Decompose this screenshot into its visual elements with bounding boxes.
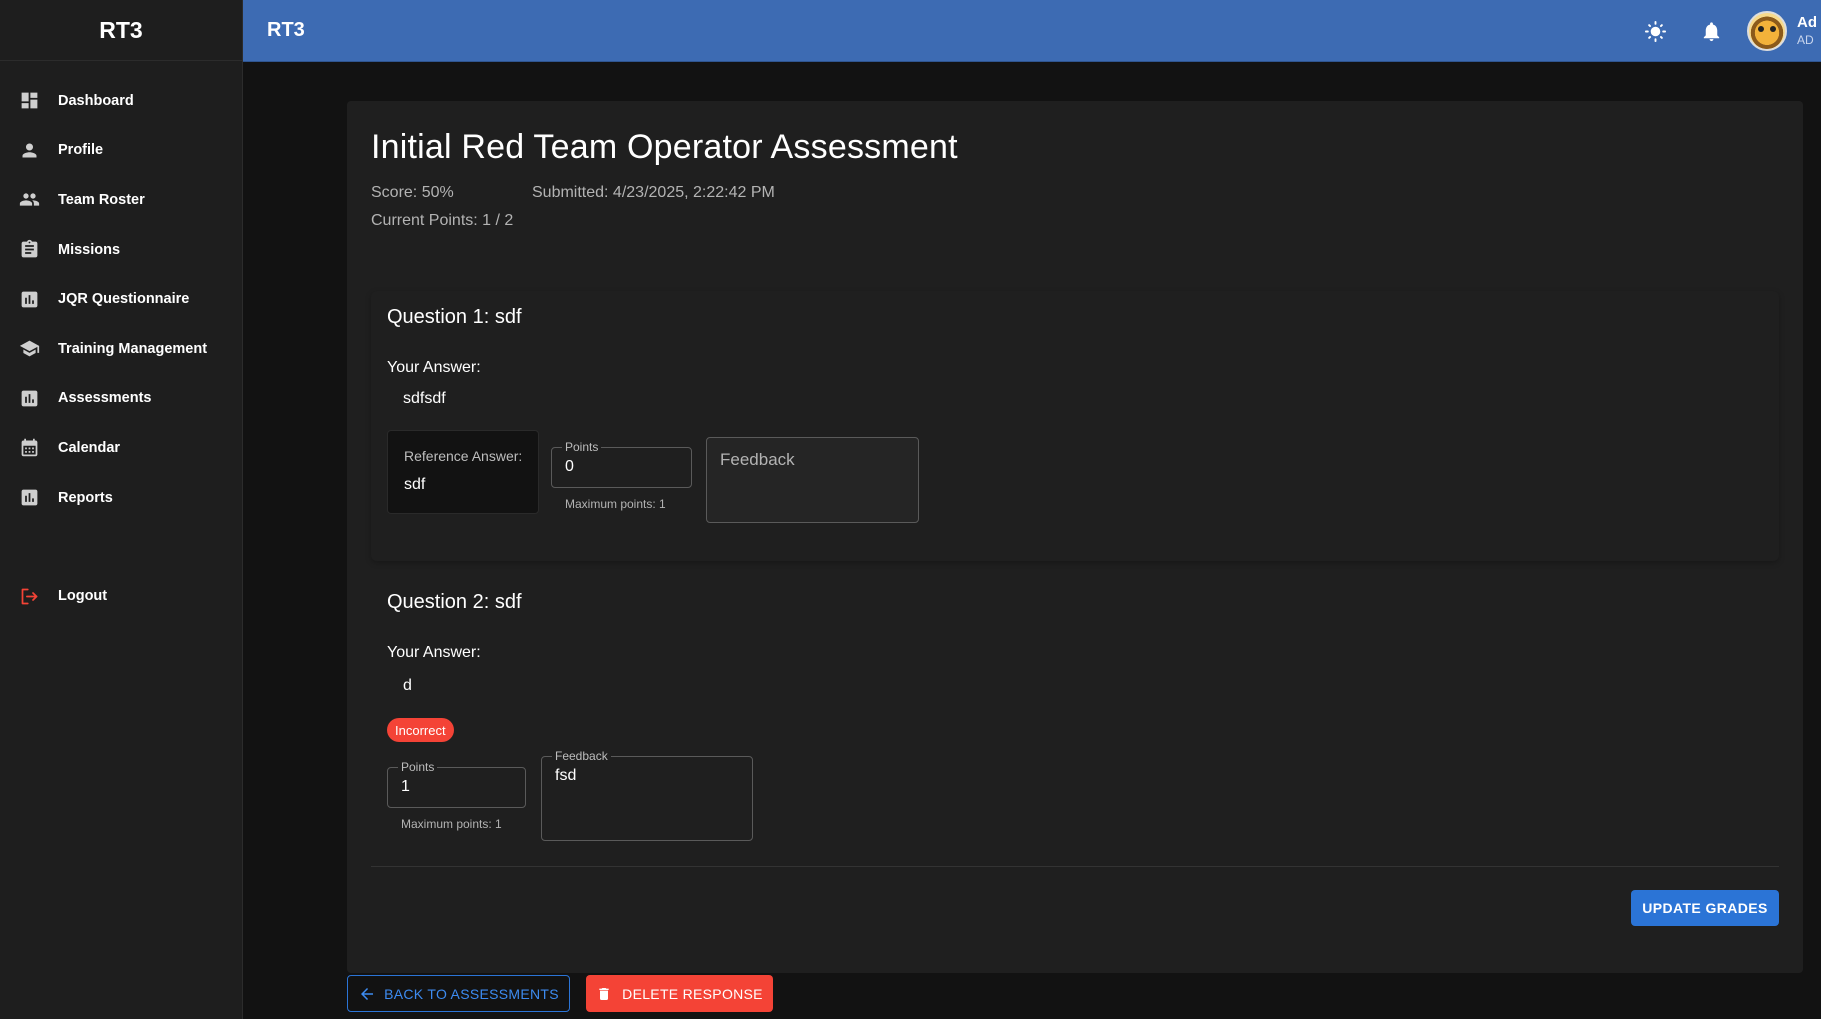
sidebar-nav: Dashboard Profile Team Roster Missions J…: [0, 61, 242, 621]
feedback-input[interactable]: Feedback fsd: [541, 749, 753, 841]
back-to-assessments-button[interactable]: BACK TO ASSESSMENTS: [347, 975, 570, 1012]
sidebar-item-reports[interactable]: Reports: [0, 473, 242, 523]
dashboard-icon: [19, 90, 40, 111]
sidebar-item-label: Assessments: [58, 390, 152, 407]
delete-button-label: DELETE RESPONSE: [622, 985, 763, 1002]
your-answer-label: Your Answer:: [387, 359, 481, 376]
submitted-text: Submitted: 4/23/2025, 2:22:42 PM: [532, 184, 775, 201]
points-value: 0: [565, 458, 574, 475]
bar-chart-icon: [19, 487, 40, 508]
your-answer-value: d: [403, 677, 412, 694]
sidebar-item-dashboard[interactable]: Dashboard: [0, 76, 242, 126]
max-points-helper: Maximum points: 1: [565, 497, 666, 511]
max-points-helper: Maximum points: 1: [401, 817, 502, 831]
top-app-bar: RT3 Ad AD: [243, 0, 1821, 62]
sidebar-item-label: Team Roster: [58, 191, 145, 208]
logout-icon: [19, 586, 40, 607]
header-actions: Ad AD: [1627, 0, 1821, 62]
points-input[interactable]: Points 0: [551, 440, 692, 488]
reference-answer-box: Reference Answer: sdf: [387, 430, 539, 514]
theme-toggle-button[interactable]: [1627, 3, 1683, 59]
points-label: Points: [562, 440, 602, 454]
sidebar-item-training-management[interactable]: Training Management: [0, 324, 242, 374]
feedback-label: Feedback: [552, 749, 611, 763]
question-title: Question 1: sdf: [387, 306, 522, 328]
clipboard-icon: [19, 239, 40, 260]
sidebar-item-assessments[interactable]: Assessments: [0, 374, 242, 424]
page-title: Initial Red Team Operator Assessment: [371, 128, 958, 166]
people-icon: [19, 189, 40, 210]
sidebar-item-team-roster[interactable]: Team Roster: [0, 175, 242, 225]
sidebar-item-profile[interactable]: Profile: [0, 126, 242, 176]
notification-bell-icon: [1703, 21, 1719, 41]
sidebar-item-label: Logout: [58, 588, 108, 605]
sidebar-item-logout[interactable]: Logout: [0, 571, 242, 621]
user-role: AD: [1797, 33, 1814, 47]
delete-response-button[interactable]: DELETE RESPONSE: [586, 975, 773, 1012]
bar-chart-icon: [19, 388, 40, 409]
sidebar-item-calendar[interactable]: Calendar: [0, 423, 242, 473]
calendar-icon: [19, 437, 40, 458]
sidebar-item-label: Missions: [58, 241, 121, 258]
back-button-label: BACK TO ASSESSMENTS: [384, 985, 559, 1002]
score-text: Score: 50%: [371, 184, 454, 201]
your-answer-label: Your Answer:: [387, 644, 481, 661]
question-card-2: Question 2: sdf Your Answer: d Incorrect…: [371, 576, 1779, 861]
reference-answer-value: sdf: [404, 476, 426, 493]
question-card-1: Question 1: sdf Your Answer: sdfsdf Refe…: [371, 291, 1779, 561]
sidebar-item-missions[interactable]: Missions: [0, 225, 242, 275]
divider: [371, 866, 1779, 867]
bar-chart-icon: [19, 289, 40, 310]
sidebar-item-label: JQR Questionnaire: [58, 291, 190, 308]
sidebar-brand: RT3: [0, 0, 242, 61]
arrow-back-icon: [361, 987, 374, 1000]
feedback-value: fsd: [555, 767, 577, 784]
sidebar-item-label: Reports: [58, 489, 113, 506]
points-label: Points: [398, 760, 438, 774]
school-icon: [19, 338, 40, 359]
sidebar-item-label: Dashboard: [58, 92, 134, 109]
your-answer-value: sdfsdf: [403, 390, 446, 407]
user-info[interactable]: Ad AD: [1797, 14, 1821, 48]
sidebar-item-jqr-questionnaire[interactable]: JQR Questionnaire: [0, 274, 242, 324]
feedback-input[interactable]: Feedback: [706, 437, 919, 523]
avatar[interactable]: [1747, 11, 1787, 51]
sidebar-item-label: Training Management: [58, 340, 208, 357]
reference-answer-label: Reference Answer:: [404, 448, 523, 464]
status-badge: Incorrect: [387, 718, 454, 742]
question-title: Question 2: sdf: [387, 591, 522, 613]
user-name: Ad: [1797, 14, 1817, 31]
current-points-text: Current Points: 1 / 2: [371, 212, 514, 229]
feedback-placeholder: Feedback: [720, 450, 795, 469]
sidebar-item-label: Profile: [58, 142, 104, 159]
points-value: 1: [401, 778, 410, 795]
sidebar: RT3 Dashboard Profile Team Roster Missio…: [0, 0, 243, 1019]
trash-icon: [599, 987, 609, 1000]
points-input[interactable]: Points 1: [387, 760, 526, 808]
brightness-icon: [1644, 20, 1666, 42]
assessment-response-card: Initial Red Team Operator Assessment Sco…: [347, 101, 1803, 973]
notifications-button[interactable]: [1683, 3, 1739, 59]
update-grades-button[interactable]: UPDATE GRADES: [1631, 890, 1779, 926]
sidebar-item-label: Calendar: [58, 439, 121, 456]
person-icon: [19, 140, 40, 161]
app-title: RT3: [267, 19, 305, 41]
